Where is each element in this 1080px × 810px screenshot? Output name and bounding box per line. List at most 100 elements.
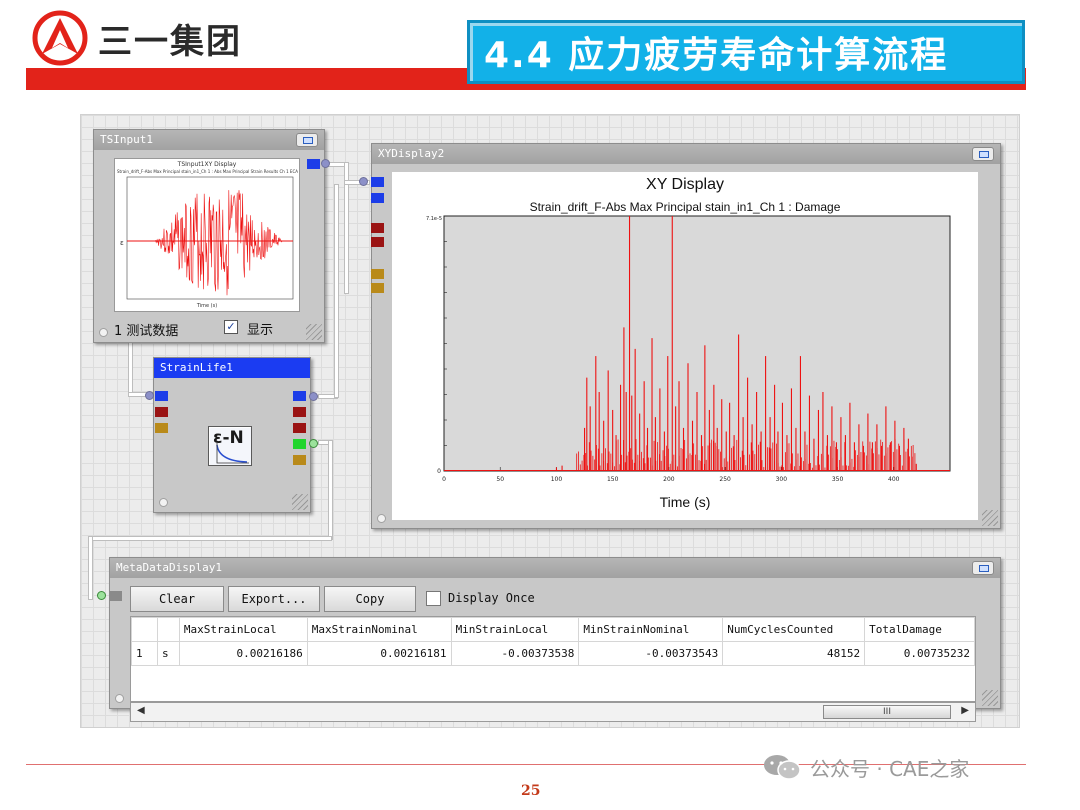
clear-button[interactable]: Clear: [130, 586, 224, 612]
connector-wire: [329, 441, 332, 539]
x-tick-label: 300: [776, 476, 788, 483]
y-tick-label: 0: [437, 468, 441, 475]
column-header[interactable]: NumCyclesCounted: [722, 617, 866, 642]
input-port[interactable]: [155, 391, 168, 401]
signal-trace: [154, 190, 283, 296]
input-port[interactable]: [371, 193, 384, 203]
output-port[interactable]: [293, 423, 306, 433]
x-tick-label: 50: [496, 476, 504, 483]
connector-wire: [335, 185, 338, 397]
mini-plot-canvas: ε: [120, 176, 294, 300]
output-port[interactable]: [293, 407, 306, 417]
row-unit: s: [156, 641, 180, 666]
resize-grip[interactable]: [982, 690, 998, 706]
column-header[interactable]: MinStrainNominal: [578, 617, 724, 642]
maximize-icon[interactable]: [296, 133, 318, 147]
panel-handle[interactable]: [377, 514, 386, 523]
display-once-checkbox[interactable]: [426, 591, 441, 606]
input-port[interactable]: [371, 177, 384, 187]
resize-grip[interactable]: [306, 324, 322, 340]
output-port[interactable]: [307, 159, 320, 169]
maximize-icon[interactable]: [972, 147, 994, 161]
table-cell[interactable]: 0.00735232: [864, 641, 975, 666]
channel-label: 1 测试数据: [114, 324, 179, 339]
table-cell[interactable]: -0.00373543: [578, 641, 724, 666]
x-tick-label: 0: [442, 476, 446, 483]
maximize-icon[interactable]: [972, 561, 994, 575]
input-port[interactable]: [371, 269, 384, 279]
copy-button[interactable]: Copy: [324, 586, 416, 612]
panel-handle[interactable]: [159, 498, 168, 507]
column-header[interactable]: TotalDamage: [864, 617, 975, 642]
table-row[interactable]: 1 s 0.00216186 0.00216181 -0.00373538 -0…: [131, 641, 975, 666]
connector-pin[interactable]: [359, 177, 368, 186]
panel-title-bar[interactable]: TSInput1: [94, 130, 324, 150]
resize-grip[interactable]: [292, 494, 308, 510]
svg-text:ε: ε: [120, 239, 124, 247]
input-port[interactable]: [109, 591, 122, 601]
en-curve-icon: [216, 443, 249, 464]
metadata-table[interactable]: MaxStrainLocal MaxStrainNominal MinStrai…: [130, 616, 976, 702]
panel-title-bar[interactable]: StrainLife1: [154, 358, 310, 378]
flow-workspace: TSInput1 TSInput1XY Display Strain_drift…: [80, 114, 1020, 728]
output-port[interactable]: [293, 455, 306, 465]
connector-pin[interactable]: [321, 159, 330, 168]
output-port[interactable]: [293, 391, 306, 401]
panel-handle[interactable]: [115, 694, 124, 703]
metadata-display-panel[interactable]: MetaDataDisplay1 Clear Export... Copy Di…: [109, 557, 1001, 722]
connector-wire: [89, 537, 92, 599]
export-button[interactable]: Export...: [228, 586, 320, 612]
input-port[interactable]: [155, 423, 168, 433]
panel-title-bar[interactable]: XYDisplay2: [372, 144, 1000, 164]
x-tick-label: 150: [607, 476, 619, 483]
column-header[interactable]: MaxStrainLocal: [178, 617, 308, 642]
input-port[interactable]: [371, 237, 384, 247]
panel-title: MetaDataDisplay1: [116, 561, 222, 574]
mini-time-history-plot: TSInput1XY Display Strain_drift_F-Abs Ma…: [114, 158, 300, 312]
x-tick-label: 250: [719, 476, 731, 483]
page-number: 25: [521, 783, 541, 799]
sany-logo-icon: [32, 10, 88, 66]
ts-input-panel[interactable]: TSInput1 TSInput1XY Display Strain_drift…: [93, 129, 325, 343]
scroll-right-icon[interactable]: ▶: [961, 705, 969, 716]
table-header-row: MaxStrainLocal MaxStrainNominal MinStrai…: [131, 617, 975, 642]
table-cell[interactable]: -0.00373538: [450, 641, 580, 666]
panel-title: XYDisplay2: [378, 147, 445, 160]
connector-pin[interactable]: [309, 392, 318, 401]
x-tick-label: 350: [832, 476, 844, 483]
damage-chart: 0 50 100 150 200 250 300 350 400 7.1e-5 0: [426, 215, 951, 483]
column-header[interactable]: MaxStrainNominal: [306, 617, 452, 642]
table-cell[interactable]: 48152: [722, 641, 866, 666]
panel-handle[interactable]: [99, 328, 108, 337]
panel-title: StrainLife1: [160, 361, 233, 374]
xy-plot-area: XY Display Strain_drift_F-Abs Max Princi…: [392, 172, 978, 520]
connector-pin[interactable]: [145, 391, 154, 400]
watermark: 公众号 · CAE之家: [762, 752, 969, 782]
table-cell[interactable]: 0.00216181: [306, 641, 452, 666]
x-tick-label: 100: [551, 476, 563, 483]
show-checkbox[interactable]: ✓: [224, 320, 238, 334]
company-name: 三一集团: [98, 22, 242, 62]
resize-grip[interactable]: [982, 510, 998, 526]
scroll-left-icon[interactable]: ◀: [137, 705, 145, 716]
strain-life-icon[interactable]: ε-N: [208, 426, 252, 466]
output-port[interactable]: [293, 439, 306, 449]
table-cell[interactable]: 0.00216186: [178, 641, 308, 666]
horizontal-scrollbar[interactable]: ◀ III ▶: [130, 702, 976, 722]
scroll-thumb[interactable]: III: [823, 705, 951, 719]
column-header[interactable]: MinStrainLocal: [450, 617, 580, 642]
connector-pin[interactable]: [97, 591, 106, 600]
row-index-header: [131, 617, 158, 642]
input-port[interactable]: [155, 407, 168, 417]
panel-title-bar[interactable]: MetaDataDisplay1: [110, 558, 1000, 578]
connector-pin[interactable]: [309, 439, 318, 448]
unit-header: [156, 617, 180, 642]
input-port[interactable]: [371, 283, 384, 293]
watermark-text: 公众号 · CAE之家: [810, 756, 970, 781]
row-index: 1: [131, 641, 158, 666]
strain-life-panel[interactable]: StrainLife1 ε-N: [153, 357, 311, 513]
section-title: 4.4 应力疲劳寿命计算流程: [484, 35, 949, 76]
input-port[interactable]: [371, 223, 384, 233]
xy-display-panel[interactable]: XYDisplay2 XY Display Strain_drift_F-Abs…: [371, 143, 1001, 529]
mini-plot-xlabel: Time (s): [196, 303, 218, 309]
